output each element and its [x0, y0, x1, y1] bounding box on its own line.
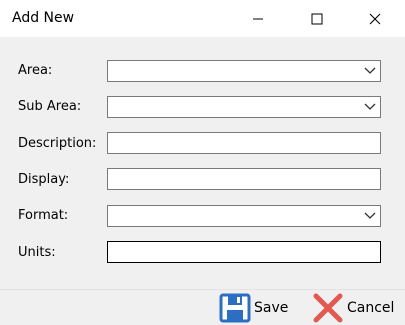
description-input[interactable] [107, 132, 381, 154]
description-label: Description: [18, 136, 97, 151]
maximize-button[interactable] [294, 0, 340, 37]
sub-area-label: Sub Area: [18, 99, 82, 114]
red-x-icon [313, 293, 343, 323]
save-button[interactable]: Save [219, 291, 288, 325]
cancel-button[interactable]: Cancel [312, 291, 394, 325]
window-title: Add New [12, 10, 75, 26]
floppy-disk-icon [219, 293, 251, 323]
chevron-down-icon [364, 212, 376, 219]
chevron-down-icon [364, 103, 376, 110]
area-dropdown[interactable] [107, 60, 381, 82]
footer-divider [0, 289, 405, 290]
maximize-icon [311, 13, 323, 24]
format-dropdown[interactable] [107, 205, 381, 227]
close-icon [369, 13, 381, 24]
add-new-dialog: Add New Area: Sub Area: Description: Dis… [0, 0, 405, 325]
format-label: Format: [18, 208, 69, 223]
area-label: Area: [18, 63, 53, 78]
display-label: Display: [18, 172, 70, 187]
units-input[interactable] [107, 241, 381, 263]
sub-area-dropdown[interactable] [107, 96, 381, 118]
minimize-icon [253, 18, 263, 19]
units-label: Units: [18, 245, 56, 260]
display-input[interactable] [107, 168, 381, 190]
minimize-button[interactable] [235, 0, 281, 37]
cancel-label: Cancel [347, 300, 395, 316]
close-button[interactable] [352, 0, 398, 37]
title-bar: Add New [0, 0, 405, 37]
save-label: Save [254, 300, 289, 316]
chevron-down-icon [364, 67, 376, 74]
